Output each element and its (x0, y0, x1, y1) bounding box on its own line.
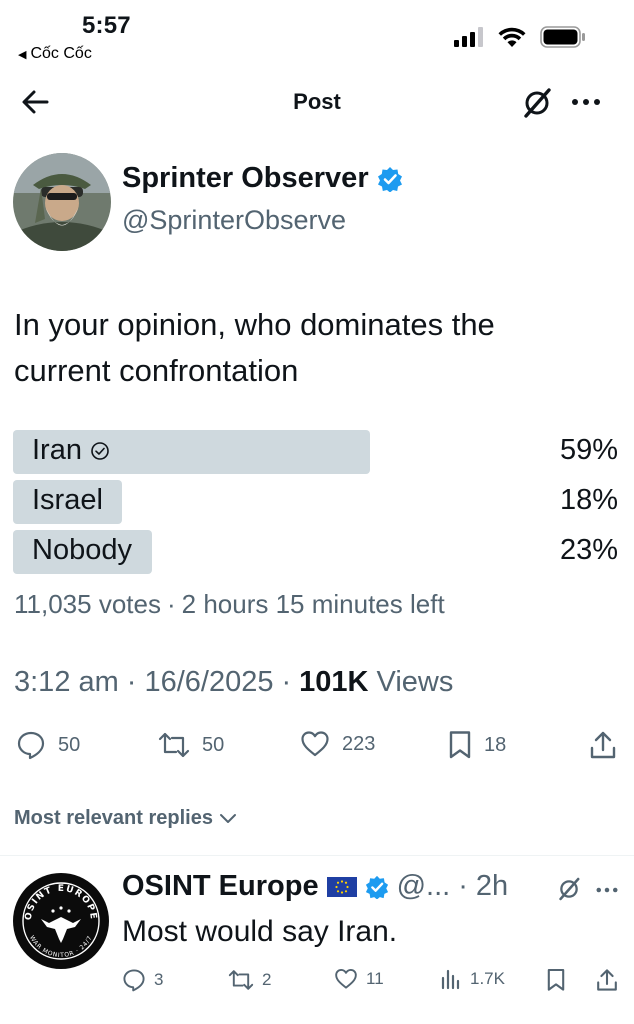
post-meta: 3:12 am · 16/6/2025 · 101K Views (14, 666, 453, 699)
bookmark-icon (449, 731, 471, 759)
battery-icon (540, 26, 585, 48)
divider (0, 855, 634, 856)
cellular-signal-icon (454, 27, 483, 47)
reply-views-button[interactable]: 1.7K (440, 968, 505, 990)
repost-icon (228, 970, 254, 990)
back-triangle-icon: ◀ (18, 48, 27, 61)
status-time: 5:57 (82, 12, 131, 39)
poll-option-label-row: Iran (32, 434, 110, 467)
post-date[interactable]: 16/6/2025 (144, 666, 273, 699)
separator: · (281, 666, 292, 698)
reply-header: OSINT Europe @... · 2h (122, 870, 508, 903)
reply-like-count: 11 (366, 969, 384, 988)
back-to-app[interactable]: ◀ Cốc Cốc (18, 45, 92, 63)
author-avatar[interactable] (13, 153, 111, 251)
reply-time[interactable]: 2h (476, 870, 508, 903)
poll-option-israel: Israel 18% (13, 480, 618, 524)
grok-icon (559, 877, 580, 901)
poll-option-label: Iran (32, 434, 82, 466)
reply-repost-count: 2 (262, 970, 272, 989)
reply-text: Most would say Iran. (122, 915, 398, 948)
status-icons (454, 26, 586, 48)
poll-option-label-row: Israel (32, 484, 103, 517)
post-text-line: current confrontation (14, 353, 299, 388)
post-text-line: In your opinion, who dominates the (14, 307, 495, 342)
reply-reply-count: 3 (154, 970, 164, 989)
verified-badge-icon (365, 875, 388, 899)
reply-icon (17, 731, 45, 760)
views-count: 101K (299, 666, 369, 698)
reply-more-button[interactable] (595, 878, 619, 902)
reply-button[interactable]: 50 (16, 730, 80, 760)
like-count: 223 (342, 732, 376, 755)
poll-option-percent: 23% (559, 534, 618, 566)
reply-count: 50 (58, 733, 81, 756)
heart-icon (335, 969, 357, 989)
more-icon (572, 99, 600, 105)
poll-option-label: Israel (32, 484, 103, 516)
repost-button[interactable]: 50 (158, 730, 224, 760)
analytics-icon (441, 969, 460, 990)
reply-views-count: 1.7K (470, 969, 505, 988)
views-count-group[interactable]: 101K Views (299, 666, 453, 699)
post-time[interactable]: 3:12 am (14, 666, 119, 699)
more-options-button[interactable] (570, 86, 602, 118)
share-icon (590, 731, 616, 759)
post-text: In your opinion, who dominates the curre… (14, 302, 614, 394)
grok-icon (524, 88, 551, 118)
replies-sort-dropdown[interactable]: Most relevant replies (14, 807, 237, 830)
chevron-down-icon (219, 813, 236, 823)
reply-icon (123, 969, 145, 992)
arrow-left-icon (22, 90, 49, 114)
back-app-label: Cốc Cốc (30, 45, 92, 62)
reply-share-button[interactable] (596, 968, 618, 992)
reply-bookmark-button[interactable] (546, 968, 566, 992)
verified-badge-icon (377, 166, 402, 192)
author-avatar-image (13, 153, 111, 251)
poll-option-percent: 59% (559, 434, 618, 466)
reply-author-name[interactable]: OSINT Europe (122, 870, 319, 903)
author-name-row[interactable]: Sprinter Observer (122, 162, 403, 195)
reply-avatar[interactable]: OSINT EUROPE WAR MONITOR · 24/7 (13, 873, 109, 969)
like-button[interactable]: 223 (300, 730, 375, 758)
author-name: Sprinter Observer (122, 162, 369, 194)
poll-option-label-row: Nobody (32, 534, 132, 567)
replies-sort-label: Most relevant replies (14, 807, 213, 829)
more-icon (596, 887, 618, 893)
poll-meta: 11,035 votes · 2 hours 15 minutes left (14, 589, 445, 620)
eu-flag-icon (326, 876, 357, 897)
share-icon (597, 969, 617, 991)
reply-like-button[interactable]: 11 (334, 968, 384, 990)
separator: · (166, 589, 176, 619)
bookmark-count: 18 (484, 733, 507, 756)
wifi-icon (498, 27, 526, 47)
views-label: Views (376, 666, 454, 698)
grok-button[interactable] (520, 86, 554, 120)
poll-time-left: 2 hours 15 minutes left (181, 589, 445, 619)
poll-option-nobody: Nobody 23% (13, 530, 618, 574)
repost-icon (158, 732, 190, 758)
separator: · (126, 666, 137, 698)
reply-repost-button[interactable]: 2 (228, 968, 271, 992)
poll-votes: 11,035 votes (14, 589, 161, 619)
reply-grok-button[interactable] (556, 876, 582, 902)
reply-reply-button[interactable]: 3 (122, 968, 163, 992)
check-circle-icon (91, 441, 109, 460)
back-button[interactable] (20, 88, 52, 116)
share-button[interactable] (590, 730, 616, 760)
poll-option-iran: Iran 59% (13, 430, 618, 474)
heart-icon (301, 731, 329, 757)
osint-europe-logo: OSINT EUROPE WAR MONITOR · 24/7 (15, 875, 107, 967)
reply-author-handle[interactable]: @... (397, 870, 451, 903)
repost-count: 50 (202, 733, 225, 756)
separator: · (458, 870, 468, 902)
author-handle[interactable]: @SprinterObserve (122, 205, 346, 236)
bookmark-icon (547, 968, 565, 991)
bookmark-button[interactable]: 18 (448, 730, 506, 760)
poll-option-percent: 18% (559, 484, 618, 516)
poll-option-label: Nobody (32, 534, 132, 566)
